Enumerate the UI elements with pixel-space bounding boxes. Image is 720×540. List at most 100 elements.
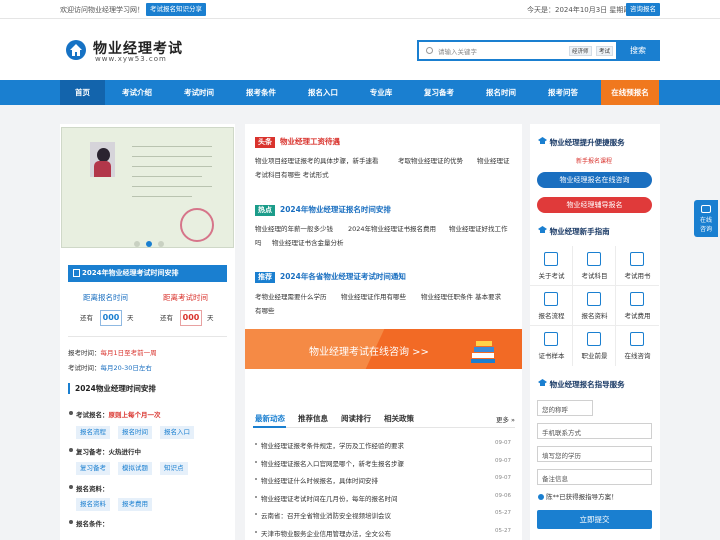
tab-policy[interactable]: 相关政策 [384, 413, 414, 424]
group-review: 复习备考：火热进行中 [76, 448, 141, 456]
nav-item[interactable]: 报名入口 [299, 80, 347, 105]
main-nav: 首页 考试介绍 考试时间 报考条件 报名入口 专业库 复习备考 报名时间 报考问… [0, 80, 720, 105]
graduation-cap-icon [538, 137, 547, 144]
schedule-section-title: 2024物业经理时间安排 [68, 383, 156, 394]
service-title: 物业经理提升便捷服务 [538, 137, 625, 148]
remark-field[interactable]: 备注信息 [537, 469, 652, 485]
consult-banner[interactable]: 物业经理考试在线咨询 >> [245, 329, 522, 369]
nav-item[interactable]: 考试时间 [175, 80, 223, 105]
search-icon [426, 47, 433, 54]
hot-link[interactable]: 物业经理证好找工作 [449, 223, 508, 233]
recommend-link[interactable]: 有哪些 [255, 305, 275, 315]
guide-about-exam[interactable]: 关于考试 [530, 246, 573, 286]
guide-subjects[interactable]: 考试科目 [573, 246, 616, 286]
certificate-photo [90, 142, 115, 177]
hot-link[interactable]: 物业经理证书含金量分析 [272, 237, 344, 247]
tag-mock-test[interactable]: 模拟试题 [118, 462, 152, 475]
person-icon [544, 252, 558, 266]
tag-review[interactable]: 复习备考 [76, 462, 110, 475]
home-icon[interactable] [66, 40, 86, 60]
recommend-link[interactable]: 考物业经理需要什么学历 [255, 291, 327, 301]
tag-materials[interactable]: 报名资料 [76, 498, 110, 511]
graduation-cap-icon [538, 226, 547, 233]
nav-item[interactable]: 专业库 [361, 80, 401, 105]
logo-url: www.xyw53.com [95, 55, 167, 63]
hot-link[interactable]: 物业经理的年薪一般多少钱 [255, 223, 333, 233]
nav-item[interactable]: 报名时间 [477, 80, 525, 105]
book-icon [630, 252, 644, 266]
guide-consult[interactable]: 在线咨询 [616, 326, 659, 366]
notice-text: 陈**已获得报指导方案！ [538, 491, 618, 501]
file-icon [587, 292, 601, 306]
share-link[interactable]: 考试报名知识分享 [146, 3, 206, 16]
certificate-icon [544, 332, 558, 346]
search-tag[interactable]: 考试 [596, 46, 614, 56]
guide-prospects[interactable]: 职业前景 [573, 326, 616, 366]
tag-knowledge[interactable]: 知识点 [160, 462, 188, 475]
nav-item[interactable]: 复习备考 [415, 80, 463, 105]
recommend-title[interactable]: 2024年各省物业经理证考试时间通知 [280, 271, 406, 282]
exam-time-info: 考试时间：每月20-30日左右 [68, 364, 152, 372]
tab-latest[interactable]: 最新动态 [255, 413, 285, 424]
certificate-image[interactable] [61, 127, 234, 248]
hot-link[interactable]: 2024年物业经理证书报名费用 [348, 223, 436, 233]
calendar-icon [73, 269, 80, 277]
nav-item-home[interactable]: 首页 [60, 80, 105, 105]
education-field[interactable]: 填写您的学历 [537, 446, 652, 462]
headline-link[interactable]: 物业项目经理证报考的具体步骤，新手速看 [255, 155, 379, 165]
name-field[interactable]: 您的称呼 [537, 400, 593, 416]
search-tag[interactable]: 经济师 [569, 46, 592, 56]
books-icon [471, 341, 495, 363]
recommend-link[interactable]: 物业经理任职条件 基本要求 [421, 291, 501, 301]
briefcase-icon [587, 332, 601, 346]
search-button[interactable]: 搜索 [616, 40, 660, 61]
document-icon [587, 252, 601, 266]
tag-reg-time[interactable]: 报名时间 [118, 426, 152, 439]
guide-materials[interactable]: 报名资料 [573, 286, 616, 326]
submit-button[interactable]: 立即提交 [537, 510, 652, 529]
coaching-signup-button[interactable]: 物业经理辅导报名 [537, 197, 652, 213]
recommend-link[interactable]: 物业经理证作用有哪些 [341, 291, 406, 301]
hot-link[interactable]: 吗 [255, 237, 262, 247]
form-title: 物业经理报名指导服务 [538, 379, 625, 390]
tag-fees[interactable]: 报考费用 [118, 498, 152, 511]
guide-certificate[interactable]: 证书样本 [530, 326, 573, 366]
banner-text: 物业经理考试在线咨询 >> [309, 347, 429, 358]
tag-reg-entry[interactable]: 报名入口 [160, 426, 194, 439]
divider [68, 336, 227, 337]
tab-recommend[interactable]: 推荐信息 [298, 413, 328, 424]
nav-item[interactable]: 报考条件 [237, 80, 285, 105]
online-book-button[interactable]: 在线预报名 [601, 80, 659, 105]
tag-reg-process[interactable]: 报名流程 [76, 426, 110, 439]
countdown-prefix: 还有 [80, 314, 93, 322]
badge-headline: 头条 [255, 137, 275, 148]
headline-link[interactable]: 物业经理证 [477, 155, 510, 165]
hot-title[interactable]: 2024年物业经理证报名时间安排 [280, 204, 391, 215]
headline-title[interactable]: 物业经理工资待遇 [280, 136, 340, 147]
nav-item[interactable]: 报考问答 [539, 80, 587, 105]
news-tabs: 最新动态 推荐信息 阅读排行 相关政策 更多 » [253, 410, 515, 428]
countdown-unit: 天 [207, 314, 214, 322]
tab-ranking[interactable]: 阅读排行 [341, 413, 371, 424]
headline-link[interactable]: 考取物业经理证的优势 [398, 155, 463, 165]
consult-button[interactable]: 咨询报名 [626, 3, 660, 16]
phone-field[interactable]: 手机联系方式 [537, 423, 652, 439]
service-subtitle: 新手报名课程 [576, 158, 613, 165]
wallet-icon [630, 292, 644, 306]
nav-item[interactable]: 考试介绍 [113, 80, 161, 105]
floating-consult-button[interactable]: 在线 咨询 [694, 200, 718, 237]
countdown-reg-label: 距离报名时间 [83, 293, 128, 302]
graduation-cap-icon [538, 379, 547, 386]
guide-books[interactable]: 考试用书 [616, 246, 659, 286]
chat-icon [630, 332, 644, 346]
online-consult-button[interactable]: 物业经理报名在线咨询 [537, 172, 652, 188]
date-text: 今天是：2024年10月3日 星期四 [527, 6, 631, 14]
guide-fees[interactable]: 考试费用 [616, 286, 659, 326]
reg-time-info: 报考时间：每月1日至考前一周 [68, 349, 157, 357]
headline-link[interactable]: 考试科目有哪些 考试形式 [255, 169, 329, 179]
group-registration: 考试报名：原则上每个月一次 [76, 411, 161, 419]
guide-process[interactable]: 报名流程 [530, 286, 573, 326]
search-box: 请输入关键字 经济师 考试 搜索 [417, 40, 660, 61]
more-link[interactable]: 更多 » [496, 414, 515, 424]
search-input[interactable]: 请输入关键字 [438, 46, 477, 56]
